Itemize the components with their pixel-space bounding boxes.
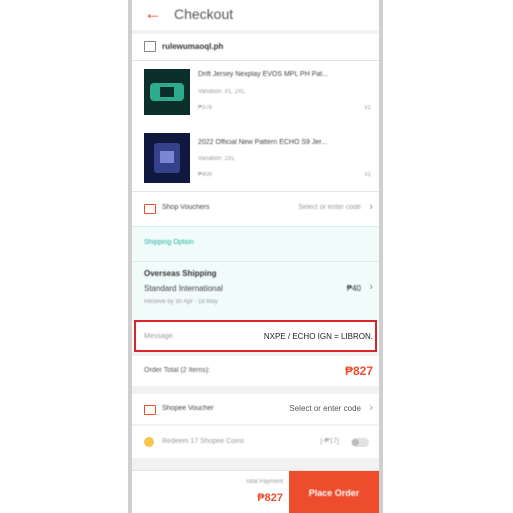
highlight-box — [134, 320, 377, 352]
product-variation: Variation: 2XL — [198, 156, 236, 162]
product-title: 2022 Official New Pattern ECHO S9 Jer... — [198, 139, 328, 146]
product-title: Drift Jersey Nexplay EVOS MPL PH Pat... — [198, 71, 329, 78]
place-order-button[interactable]: Place Order — [289, 471, 379, 513]
voucher-icon — [144, 405, 156, 415]
shop-vouchers-value: Select or enter code — [298, 204, 361, 211]
shopee-voucher-row[interactable]: Shopee Voucher Select or enter code › — [132, 394, 379, 424]
voucher-icon — [144, 204, 156, 214]
shipping-type: Overseas Shipping — [144, 269, 217, 278]
shop-vouchers-row[interactable]: Shop Vouchers Select or enter code › — [132, 192, 379, 226]
back-arrow-icon[interactable]: ← — [144, 3, 162, 24]
shipping-eta: Receive by 30 Apr - 18 May — [144, 299, 218, 305]
shop-name: rulewumaoql.ph — [162, 42, 224, 51]
product-price: ₱409 — [198, 172, 213, 178]
shipping-section[interactable]: Shipping Option Overseas Shipping Standa… — [132, 226, 379, 322]
product-price: ₱378 — [198, 105, 213, 111]
product-thumbnail — [144, 69, 190, 115]
shopee-voucher-label: Shopee Voucher — [162, 405, 214, 412]
order-total-value: ₱827 — [344, 364, 373, 378]
list-item[interactable]: Drift Jersey Nexplay EVOS MPL PH Pat... … — [132, 61, 379, 125]
product-variation: Variation: #1, 2XL — [198, 89, 246, 95]
total-payment-value: ₱827 — [257, 492, 283, 504]
shipping-section-label: Shipping Option — [144, 239, 194, 246]
list-item[interactable]: 2022 Official New Pattern ECHO S9 Jer...… — [132, 125, 379, 191]
phone-screen: ← Checkout rulewumaoql.ph Drift Jersey N… — [128, 0, 383, 513]
shop-vouchers-label: Shop Vouchers — [162, 204, 210, 211]
shipping-method: Standard International — [144, 284, 223, 293]
product-thumbnail — [144, 133, 190, 183]
coins-label: Redeem 17 Shopee Coins — [162, 438, 245, 445]
chevron-right-icon: › — [369, 281, 373, 293]
order-total-row: Order Total (2 Items): ₱827 — [132, 356, 379, 386]
chevron-right-icon: › — [369, 402, 373, 414]
page-title: Checkout — [174, 6, 234, 22]
order-total-label: Order Total (2 Items): — [144, 367, 211, 374]
shop-header: rulewumaoql.ph — [132, 34, 379, 60]
coins-discount: [-₱17] — [320, 438, 339, 445]
product-quantity: x1 — [364, 105, 371, 111]
place-order-label: Place Order — [308, 487, 360, 498]
shop-icon — [144, 41, 156, 52]
shipping-price: ₱40 — [346, 284, 361, 293]
checkout-footer: Total Payment ₱827 Place Order — [132, 470, 379, 513]
coins-row: Redeem 17 Shopee Coins [-₱17] — [132, 426, 379, 458]
chevron-right-icon: › — [369, 201, 373, 213]
coin-icon — [144, 437, 154, 447]
coins-toggle[interactable] — [351, 438, 369, 447]
total-payment-label: Total Payment — [244, 479, 283, 485]
header-bar: ← Checkout — [132, 0, 379, 30]
shopee-voucher-value: Select or enter code — [289, 404, 361, 413]
product-quantity: x1 — [364, 172, 371, 178]
